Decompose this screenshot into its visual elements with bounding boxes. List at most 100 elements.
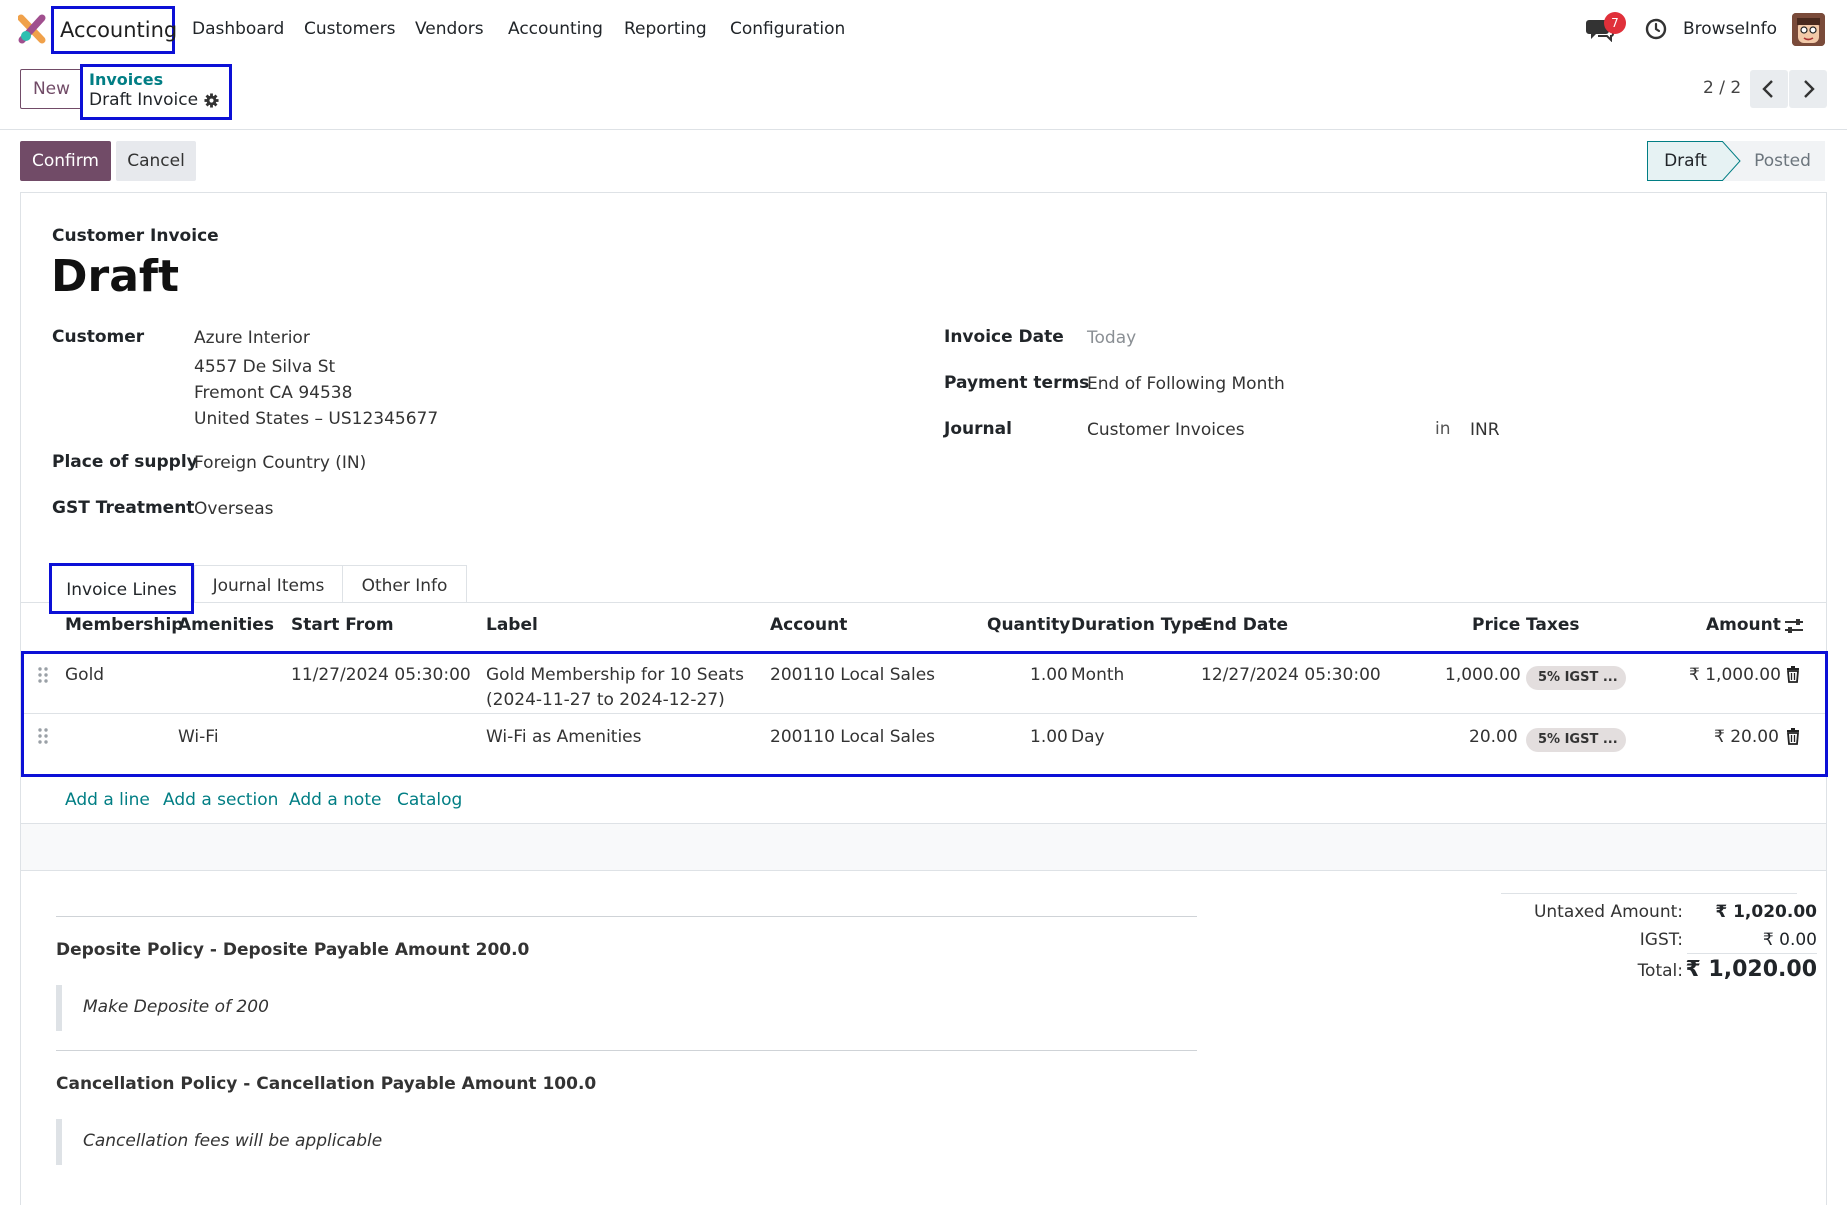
payment-terms-label: Payment terms xyxy=(944,373,1090,393)
control-panel: New Invoices Draft Invoice 2 / 2 xyxy=(0,58,1847,130)
gear-icon[interactable] xyxy=(204,92,219,108)
gst-treatment-label: GST Treatment xyxy=(52,498,195,518)
invoice-lines-table: Gold 11/27/2024 05:30:00 Gold Membership… xyxy=(21,651,1828,777)
pager-next-button[interactable] xyxy=(1789,70,1827,108)
status-stage-draft[interactable]: Draft xyxy=(1647,141,1723,181)
add-section-link[interactable]: Add a section xyxy=(163,790,278,810)
user-avatar[interactable] xyxy=(1792,13,1825,46)
column-header-duration-type[interactable]: Duration Type xyxy=(1071,615,1205,635)
payment-terms-field[interactable]: End of Following Month xyxy=(1087,374,1285,394)
cell-account[interactable]: 200110 Local Sales xyxy=(770,727,935,747)
policy-divider xyxy=(56,916,1197,917)
drag-handle-icon[interactable] xyxy=(37,727,49,745)
message-count-badge: 7 xyxy=(1604,12,1626,34)
gst-treatment-field[interactable]: Overseas xyxy=(194,499,273,519)
breadcrumb-current: Draft Invoice xyxy=(89,89,223,111)
cell-label[interactable]: Gold Membership for 10 Seats xyxy=(486,665,744,685)
chevron-right-icon xyxy=(1804,80,1815,98)
add-line-link[interactable]: Add a line xyxy=(65,790,150,810)
policy-divider xyxy=(56,1050,1197,1051)
drag-handle-icon[interactable] xyxy=(37,666,49,684)
menu-configuration[interactable]: Configuration xyxy=(730,0,845,58)
policy-quote-bar xyxy=(56,1119,62,1165)
untaxed-amount-value: ₹ 1,020.00 xyxy=(1715,902,1817,922)
delete-line-trash-icon[interactable] xyxy=(1786,666,1800,683)
column-header-taxes[interactable]: Taxes xyxy=(1526,615,1580,635)
optional-columns-icon[interactable] xyxy=(1784,617,1804,635)
cell-amount: ₹ 1,000.00 xyxy=(1689,665,1781,685)
place-of-supply-field[interactable]: Foreign Country (IN) xyxy=(194,453,366,473)
catalog-link[interactable]: Catalog xyxy=(397,790,462,810)
tax-tag[interactable]: 5% IGST ... xyxy=(1526,728,1626,752)
menu-reporting[interactable]: Reporting xyxy=(624,0,707,58)
company-switcher[interactable]: BrowseInfo xyxy=(1683,0,1777,58)
notebook-tabs: Invoice Lines Journal Items Other Info xyxy=(21,553,1826,614)
table-row[interactable]: Wi-Fi Wi-Fi as Amenities 200110 Local Sa… xyxy=(24,714,1825,774)
place-of-supply-label: Place of supply xyxy=(52,452,198,472)
tab-other-info[interactable]: Other Info xyxy=(342,565,467,603)
column-header-account[interactable]: Account xyxy=(770,615,847,635)
customer-field[interactable]: Azure Interior xyxy=(194,328,310,348)
deposit-policy-title: Deposite Policy - Deposite Payable Amoun… xyxy=(56,940,530,960)
cell-price[interactable]: 20.00 xyxy=(1469,727,1518,747)
igst-value: ₹ 0.00 xyxy=(1762,930,1817,950)
tax-tag[interactable]: 5% IGST ... xyxy=(1526,666,1626,690)
document-type-label: Customer Invoice xyxy=(52,226,219,246)
menu-accounting[interactable]: Accounting xyxy=(508,0,603,58)
top-navbar: Accounting Dashboard Customers Vendors A… xyxy=(0,0,1847,58)
cancel-button[interactable]: Cancel xyxy=(116,141,196,181)
cell-quantity[interactable]: 1.00 xyxy=(1030,665,1068,685)
column-header-quantity[interactable]: Quantity xyxy=(987,615,1070,635)
cell-duration-type[interactable]: Month xyxy=(1071,665,1124,685)
journal-in-label: in xyxy=(1435,419,1451,439)
menu-vendors[interactable]: Vendors xyxy=(415,0,484,58)
cell-end-date[interactable]: 12/27/2024 05:30:00 xyxy=(1201,665,1381,685)
cell-label[interactable]: Wi-Fi as Amenities xyxy=(486,727,642,747)
confirm-button[interactable]: Confirm xyxy=(20,141,111,181)
column-header-amenities[interactable]: Amenities xyxy=(178,615,274,635)
activity-clock-icon[interactable] xyxy=(1645,18,1667,40)
delete-line-trash-icon[interactable] xyxy=(1786,728,1800,745)
cell-membership[interactable]: Gold xyxy=(65,665,104,685)
invoice-date-field[interactable]: Today xyxy=(1087,328,1136,348)
cell-price[interactable]: 1,000.00 xyxy=(1445,665,1521,685)
column-header-end-date[interactable]: End Date xyxy=(1201,615,1288,635)
menu-dashboard[interactable]: Dashboard xyxy=(192,0,284,58)
cell-start-from[interactable]: 11/27/2024 05:30:00 xyxy=(291,665,471,685)
table-row[interactable]: Gold 11/27/2024 05:30:00 Gold Membership… xyxy=(24,654,1825,713)
column-header-start-from[interactable]: Start From xyxy=(291,615,394,635)
total-label: Total: xyxy=(1637,961,1683,981)
cell-quantity[interactable]: 1.00 xyxy=(1030,727,1068,747)
app-logo-icon[interactable] xyxy=(18,14,46,44)
breadcrumb-current-label: Draft Invoice xyxy=(89,90,199,110)
add-note-link[interactable]: Add a note xyxy=(289,790,381,810)
column-header-membership[interactable]: Membership xyxy=(65,615,183,635)
cell-amenities[interactable]: Wi-Fi xyxy=(178,727,219,747)
app-name-menu[interactable]: Accounting xyxy=(51,6,177,54)
deposit-policy-text: Make Deposite of 200 xyxy=(83,997,269,1017)
customer-label: Customer xyxy=(52,327,145,347)
cancellation-policy-title: Cancellation Policy - Cancellation Payab… xyxy=(56,1074,597,1094)
cell-account[interactable]: 200110 Local Sales xyxy=(770,665,935,685)
chevron-left-icon xyxy=(1762,80,1773,98)
pager-value[interactable]: 2 / 2 xyxy=(1703,78,1741,98)
totals-divider xyxy=(1501,893,1797,894)
tab-journal-items[interactable]: Journal Items xyxy=(194,565,343,603)
new-button[interactable]: New xyxy=(20,69,83,109)
total-value: ₹ 1,020.00 xyxy=(1685,957,1817,982)
column-header-label[interactable]: Label xyxy=(486,615,538,635)
breadcrumb-invoices-link[interactable]: Invoices xyxy=(89,71,223,89)
column-header-amount[interactable]: Amount xyxy=(1706,615,1781,635)
cell-duration-type[interactable]: Day xyxy=(1071,727,1105,747)
menu-customers[interactable]: Customers xyxy=(304,0,395,58)
currency-field[interactable]: INR xyxy=(1470,420,1500,440)
status-arrow-icon xyxy=(1722,141,1741,181)
journal-field[interactable]: Customer Invoices xyxy=(1087,420,1245,440)
journal-label: Journal xyxy=(944,419,1012,439)
pager-previous-button[interactable] xyxy=(1750,70,1788,108)
customer-address-line: 4557 De Silva St xyxy=(194,357,336,377)
column-header-price[interactable]: Price xyxy=(1472,615,1520,635)
untaxed-amount-label: Untaxed Amount: xyxy=(1533,902,1683,922)
customer-address-line: Fremont CA 94538 xyxy=(194,383,353,403)
tab-invoice-lines[interactable]: Invoice Lines xyxy=(49,563,194,614)
